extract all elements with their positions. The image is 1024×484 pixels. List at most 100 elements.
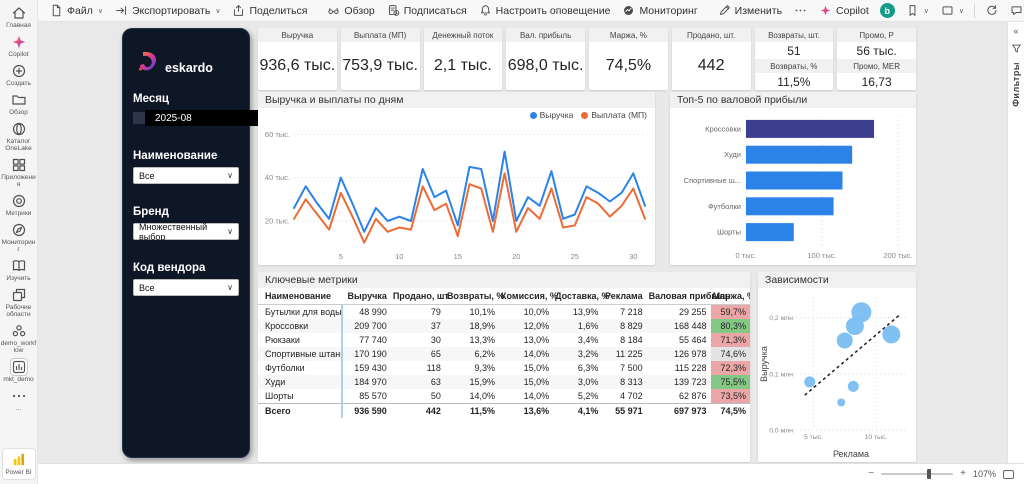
table-column-header[interactable]: Реклама: [602, 288, 646, 305]
vendor-filter-label: Код вендора: [133, 262, 239, 274]
vendor-filter-dropdown[interactable]: Все ∨: [133, 279, 239, 296]
svg-text:5 тыс.: 5 тыс.: [804, 434, 823, 441]
table-cell: 3,0%: [553, 375, 602, 389]
powerbi-icon: [11, 452, 27, 468]
table-row[interactable]: Бутылки для воды48 9907910,1%10,0%13,9%7…: [258, 305, 750, 320]
toolbar-button-мониторинг[interactable]: Мониторинг: [616, 2, 703, 19]
sidebar-item-изучить[interactable]: Изучить: [0, 256, 38, 285]
kpi-card-денежный-поток: Денежный поток2,1 тыс.: [424, 28, 503, 90]
sidebar-item-приложения[interactable]: Приложения: [0, 155, 38, 191]
chevron-down-icon: ∨: [215, 7, 220, 15]
line-chart[interactable]: 20 тыс.40 тыс.60 тыс.51015202530: [258, 122, 655, 265]
table-cell: 118: [391, 361, 445, 375]
table-row[interactable]: Футболки159 4301189,3%15,0%6,3%7 500115 …: [258, 361, 750, 375]
table-row[interactable]: Кроссовки209 7003718,9%12,0%1,6%8 829168…: [258, 319, 750, 333]
folder-icon: [11, 92, 27, 108]
sidebar-item-обзор[interactable]: Обзор: [0, 90, 38, 119]
toolbar-button-copilot[interactable]: Copilot: [813, 2, 875, 19]
toolbar-button-refresh[interactable]: [979, 2, 1004, 19]
kpi-title: Денежный поток: [424, 28, 503, 42]
table-row[interactable]: Худи184 9706315,9%15,0%3,0%8 313139 7237…: [258, 375, 750, 389]
month-filter: [133, 110, 239, 126]
metrics-table[interactable]: НаименованиеВыручкаПродано, шт.Возвраты,…: [258, 288, 750, 418]
fit-to-page-icon[interactable]: [1003, 470, 1014, 479]
name-filter-dropdown[interactable]: Все ∨: [133, 167, 239, 184]
sidebar-item-power-bi[interactable]: Power BI: [2, 448, 36, 480]
sidebar-item-метрики[interactable]: Метрики: [0, 191, 38, 220]
bar-chart[interactable]: 0 тыс.100 тыс.200 тыс.КроссовкиХудиСпорт…: [670, 108, 916, 265]
brand-filter-dropdown[interactable]: Множественный выбор ∨: [133, 223, 239, 240]
table-cell: 9,3%: [445, 361, 499, 375]
sidebar-icon-box: [11, 388, 27, 404]
zoom-out-button[interactable]: −: [868, 469, 874, 479]
sidebar-item-label: Обзор: [9, 109, 28, 116]
legend-item[interactable]: Выплата (МП): [581, 110, 647, 120]
toolbar-button-label: Мониторинг: [639, 5, 697, 17]
toolbar-button-экспортировать[interactable]: Экспортировать∨: [109, 2, 226, 19]
dependencies-scatter-svg[interactable]: 0,0 млн0,1 млн0,2 млн5 тыс.10 тыс.Реклам…: [758, 288, 916, 460]
table-row[interactable]: Рюкзаки77 7403013,3%13,0%3,4%8 18455 464…: [258, 333, 750, 347]
zoom-in-button[interactable]: +: [960, 469, 966, 479]
table-column-header[interactable]: Доставка, %: [553, 288, 602, 305]
sidebar-item-каталог-onelake[interactable]: Каталог OneLake: [0, 119, 38, 155]
sidebar-item-mkt_demo[interactable]: mkt_demo: [0, 357, 38, 386]
legend-item[interactable]: Выручка: [530, 110, 574, 120]
toolbar-button-chat[interactable]: [1004, 2, 1024, 19]
svg-text:0,1 млн: 0,1 млн: [769, 371, 793, 378]
toolbar-button-dots[interactable]: [788, 2, 813, 19]
report-canvas: eskardo Месяц Наименование Все ∨ Бренд М…: [38, 22, 1007, 463]
table-column-header[interactable]: Возвраты, %: [445, 288, 499, 305]
scatter-chart[interactable]: 0,0 млн0,1 млн0,2 млн5 тыс.10 тыс.Реклам…: [758, 288, 916, 462]
table-total-row[interactable]: Всего936 59044211,5%13,6%4,1%55 971697 9…: [258, 404, 750, 419]
filters-rail-label[interactable]: Фильтры: [1011, 62, 1021, 107]
toolbar-button-изменить[interactable]: Изменить: [712, 2, 788, 19]
onelake-icon: [11, 121, 27, 137]
table-cell: 13,0%: [499, 333, 553, 347]
month-checkbox[interactable]: [133, 112, 145, 124]
user-avatar[interactable]: b: [880, 3, 895, 18]
kpi-value: 56 тыс.: [837, 42, 916, 59]
sidebar-item-copilot[interactable]: Copilot: [0, 32, 38, 61]
toolbar-button-label: Поделиться: [249, 5, 307, 17]
bar-chart-panel[interactable]: Топ-5 по валовой прибыли 0 тыс.100 тыс.2…: [670, 92, 916, 265]
table-row[interactable]: Спортивные штаны170 190656,2%14,0%3,2%11…: [258, 347, 750, 361]
table-row[interactable]: Шорты85 5705014,0%14,0%5,2%4 70262 87673…: [258, 389, 750, 404]
toolbar-button-подписаться[interactable]: Подписаться: [381, 2, 473, 19]
table-cell: 6,2%: [445, 347, 499, 361]
toolbar-button-bookmark[interactable]: ∨: [900, 2, 935, 19]
line-chart-panel[interactable]: Выручка и выплаты по дням ВыручкаВыплата…: [258, 92, 655, 265]
sidebar-item-главная[interactable]: Главная: [0, 3, 38, 32]
table-cell: Бутылки для воды: [258, 305, 342, 320]
table-column-header[interactable]: Маржа, %: [711, 288, 750, 305]
toolbar-button-обзор[interactable]: Обзор: [321, 2, 380, 19]
zoom-slider[interactable]: [881, 473, 953, 475]
sidebar-item--[interactable]: ...: [0, 386, 38, 415]
svg-text:Футболки: Футболки: [708, 202, 741, 211]
toolbar-button-настроить-оповещение[interactable]: Настроить оповещение: [473, 2, 617, 19]
scatter-title: Зависимости: [758, 272, 916, 288]
table-cell: 10,1%: [445, 305, 499, 320]
daily-lines-svg[interactable]: 20 тыс.40 тыс.60 тыс.51015202530: [258, 122, 655, 263]
target-icon: [11, 193, 27, 209]
sidebar-item-создать[interactable]: Создать: [0, 61, 38, 90]
top5-bar-svg[interactable]: 0 тыс.100 тыс.200 тыс.КроссовкиХудиСпорт…: [670, 108, 916, 265]
sidebar-item-рабочие-области[interactable]: Рабочие области: [0, 285, 38, 321]
table-cell: Всего: [258, 404, 342, 419]
scatter-panel[interactable]: Зависимости 0,0 млн0,1 млн0,2 млн5 тыс.1…: [758, 272, 916, 462]
toolbar-button-поделиться[interactable]: Поделиться: [226, 2, 313, 19]
sidebar-item-demo_workflow[interactable]: demo_workflow: [0, 321, 38, 357]
zoom-slider-thumb[interactable]: [927, 469, 931, 479]
table-column-header[interactable]: Выручка: [342, 288, 391, 305]
sidebar-item-мониторинг[interactable]: Мониторинг: [0, 220, 38, 256]
bar-chart-title: Топ-5 по валовой прибыли: [670, 92, 916, 108]
table-column-header[interactable]: Комиссия, %: [499, 288, 553, 305]
metrics-table-panel[interactable]: Ключевые метрики НаименованиеВыручкаПрод…: [258, 272, 750, 462]
kpi-title: Возвраты, шт.: [755, 28, 834, 42]
filter-funnel-icon[interactable]: [1011, 43, 1022, 54]
toolbar-button-файл[interactable]: Файл∨: [44, 2, 109, 19]
expand-filters-icon[interactable]: «: [1013, 27, 1018, 35]
toolbar-button-frame[interactable]: ∨: [935, 2, 970, 19]
table-column-header[interactable]: Продано, шт.: [391, 288, 445, 305]
table-column-header[interactable]: Наименование: [258, 288, 342, 305]
table-column-header[interactable]: Валовая прибыль: [647, 288, 711, 305]
